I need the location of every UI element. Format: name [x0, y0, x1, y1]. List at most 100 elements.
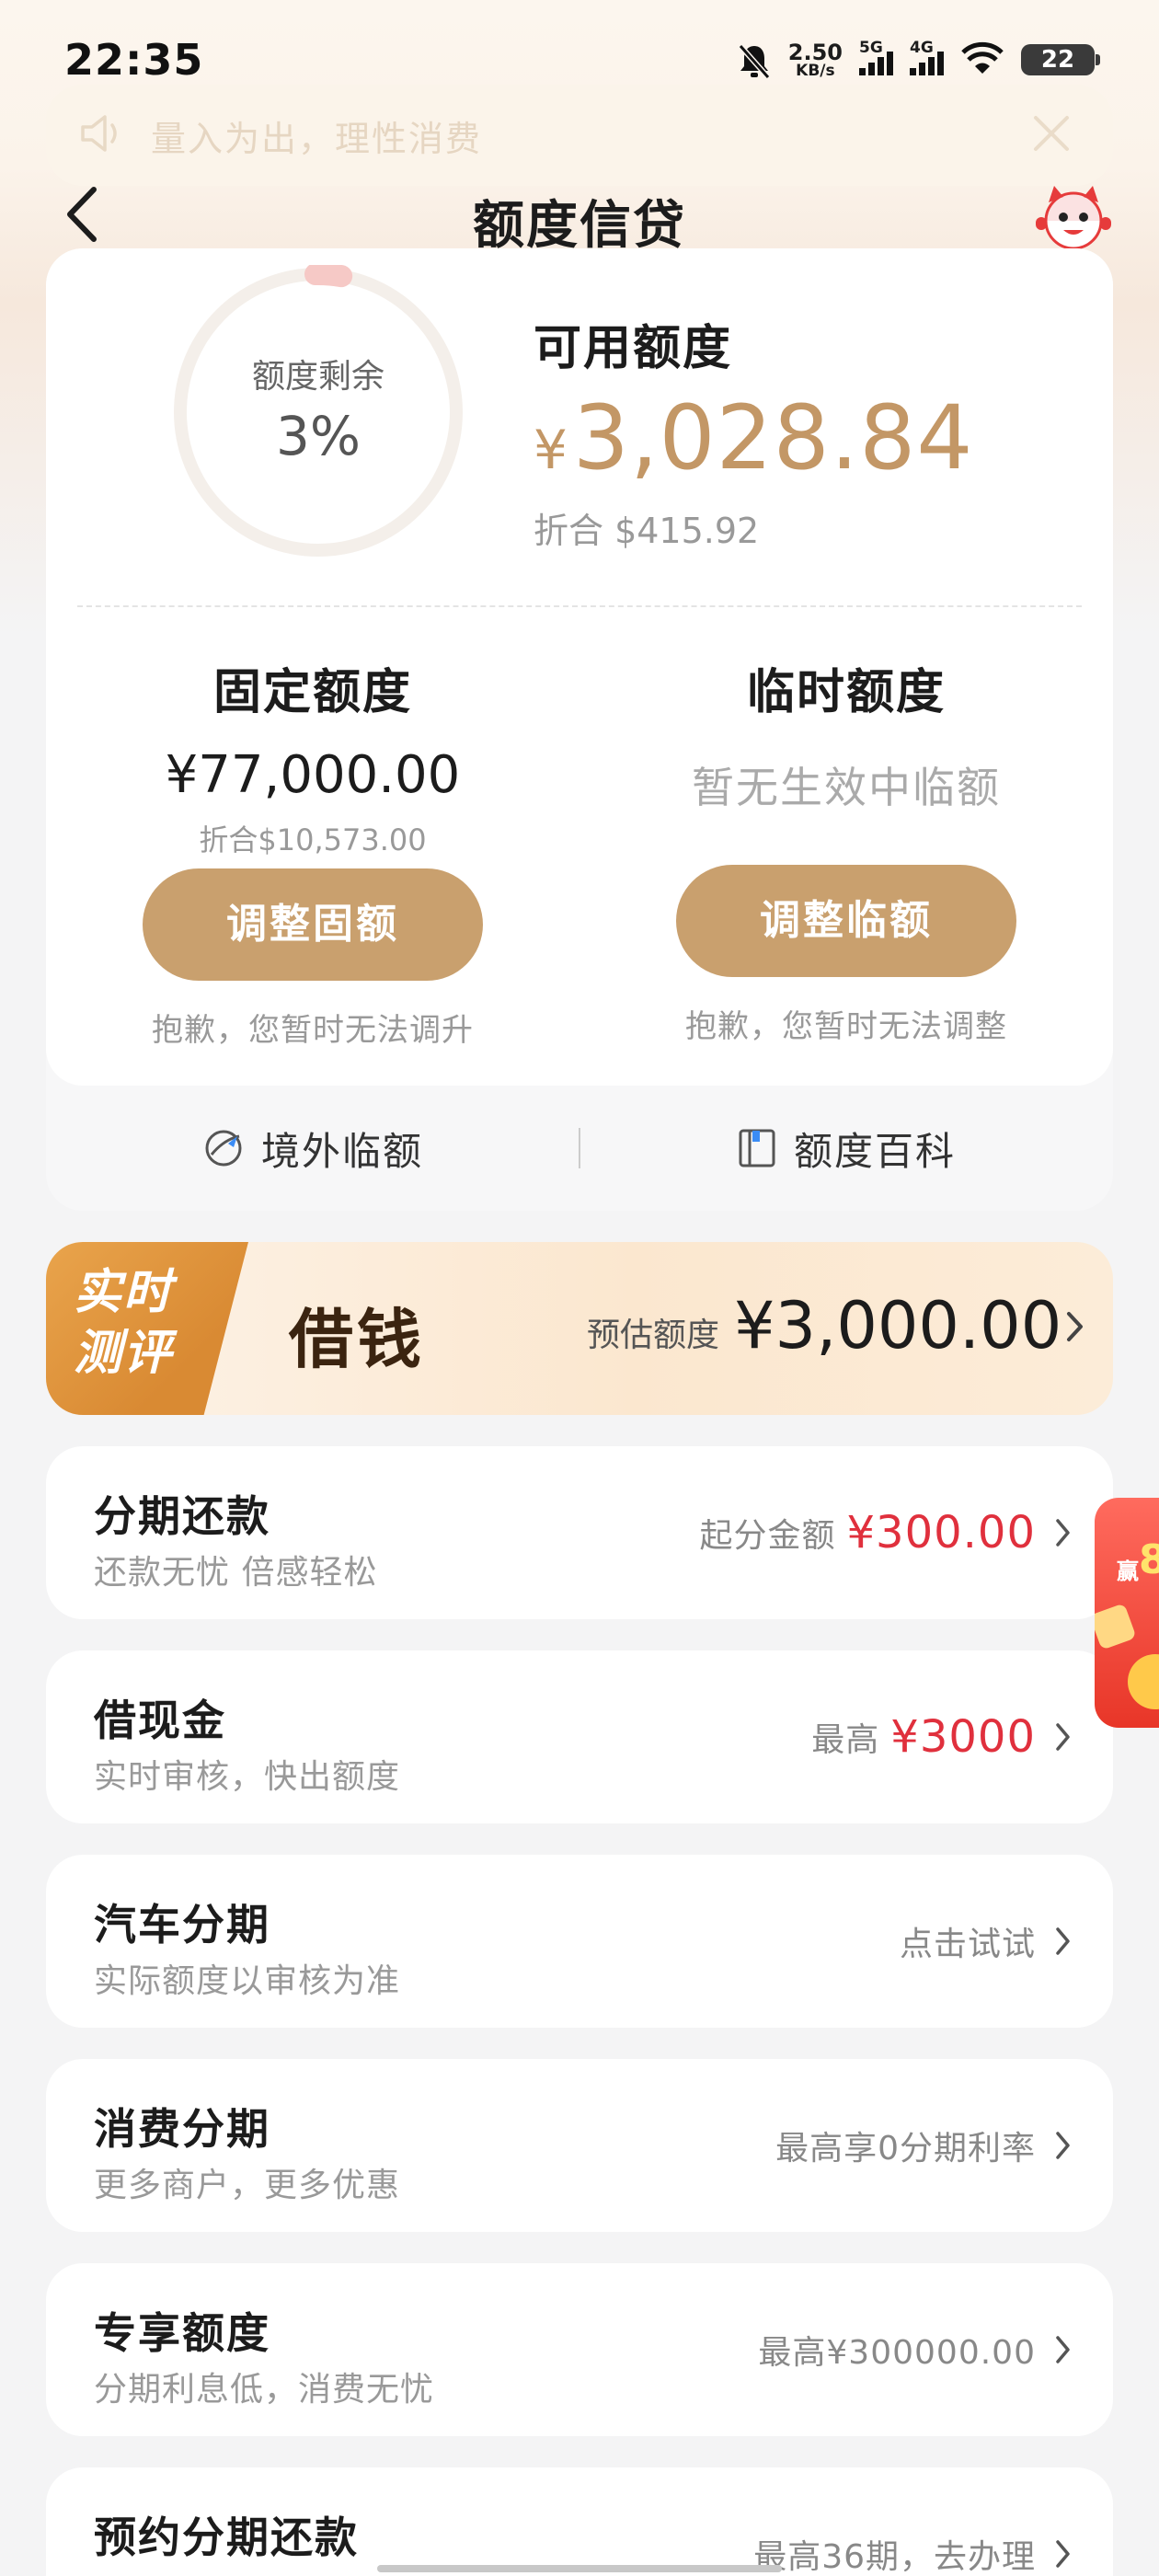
gold-coin-icon: [1128, 1654, 1159, 1709]
overseas-icon: [205, 1130, 242, 1167]
item-title: 分期还款: [94, 1491, 270, 1541]
fixed-limit-equivalent: 折合$10,573.00: [199, 822, 427, 857]
chevron-right-icon: [1054, 1720, 1073, 1757]
remaining-ring-arc: [304, 265, 353, 288]
list-item-cash-loan[interactable]: 借现金 实时审核，快出额度 最高 ¥3000: [46, 1650, 1113, 1823]
promo-text-big: 8: [1139, 1536, 1159, 1583]
available-label: 可用额度: [534, 321, 733, 376]
notice-text: 量入为出，理性消费: [151, 118, 483, 159]
item-right: 最高36期，去办理: [753, 2467, 1036, 2576]
item-right-value: ¥3000: [890, 1711, 1036, 1763]
ring-value: 3%: [275, 405, 361, 467]
wifi-icon: [960, 40, 1004, 79]
chevron-right-icon: [1065, 1308, 1085, 1349]
item-right: 最高享0分期利率: [775, 2059, 1036, 2232]
item-right-label: 起分金额: [699, 1517, 836, 1555]
item-right-label: 最高¥300000.00: [758, 2334, 1036, 2372]
item-title: 专享额度: [94, 2308, 270, 2358]
temp-limit-none-text: 暂无生效中临额: [692, 763, 1001, 812]
net-speed: 2.50 KB/s: [788, 41, 843, 79]
available-currency: ¥: [534, 419, 568, 481]
adjust-fixed-limit-button[interactable]: 调整固额: [143, 868, 483, 981]
mute-bell-icon: [737, 42, 772, 79]
item-subtitle: 更多商户，更多优惠: [94, 2167, 401, 2204]
limit-summary: 额度剩余 3% 可用额度 ¥ 3,028.84 折合 $415.92 固定额度 …: [46, 248, 1113, 1086]
speaker-icon: [79, 112, 127, 158]
signal-5g-icon: 5G: [859, 39, 893, 75]
page-title: 额度信贷: [473, 196, 686, 256]
link-encyclopedia-label: 额度百科: [793, 1128, 956, 1174]
home-indicator[interactable]: [377, 2565, 782, 2572]
status-bar: 22:35 2.50 KB/s 5G 4G 22: [0, 0, 1159, 85]
fixed-limit-title: 固定额度: [212, 665, 412, 720]
list-item-scheduled-installment[interactable]: 预约分期还款 自动分期，省事省心 最高36期，去办理: [46, 2467, 1113, 2576]
item-title: 消费分期: [94, 2104, 270, 2154]
signal-4g-icon: 4G: [910, 39, 944, 75]
available-amount-value: 3,028.84: [572, 386, 974, 489]
chevron-right-icon: [1054, 1925, 1073, 1961]
mascot-icon[interactable]: [1036, 182, 1111, 252]
estimated-limit-label: 预估额度: [587, 1317, 720, 1354]
borrow-banner[interactable]: 实时 测评 借钱 预估额度 ¥3,000.00: [46, 1242, 1113, 1415]
notice-bar: 量入为出，理性消费: [46, 85, 1113, 186]
badge-line-1: 实时: [74, 1265, 174, 1320]
credit-limit-card: 额度剩余 3% 可用额度 ¥ 3,028.84 折合 $415.92 固定额度 …: [46, 248, 1113, 1211]
links-separator: [579, 1128, 580, 1168]
link-overseas-label: 境外临额: [260, 1128, 423, 1174]
badge-text: 实时 测评: [74, 1262, 239, 1384]
signal-5g-label: 5G: [859, 39, 883, 57]
item-subtitle: 分期利息低，消费无忧: [94, 2371, 435, 2409]
item-subtitle: 还款无忧 倍感轻松: [94, 1554, 378, 1592]
fixed-limit-section: 固定额度 ¥77,000.00 折合$10,573.00 调整固额 抱歉，您暂时…: [101, 653, 524, 1050]
item-subtitle: 实时审核，快出额度: [94, 1758, 401, 1796]
list-item-installment-repay[interactable]: 分期还款 还款无忧 倍感轻松 起分金额 ¥300.00: [46, 1446, 1113, 1619]
temp-limit-section: 临时额度 暂无生效中临额 调整临额 抱歉，您暂时无法调整: [635, 653, 1058, 1046]
battery-icon: 22: [1021, 44, 1100, 75]
item-title: 借现金: [94, 1696, 226, 1745]
chevron-right-icon: [1054, 1516, 1073, 1553]
estimated-limit-amount: ¥3,000.00: [734, 1288, 1062, 1363]
item-title: 预约分期还款: [94, 2513, 359, 2562]
item-right-label: 点击试试: [899, 1926, 1036, 1963]
fixed-limit-amount: ¥77,000.00: [165, 745, 461, 805]
available-equivalent: 折合 $415.92: [534, 511, 760, 551]
item-right: 点击试试: [900, 1855, 1036, 2028]
status-icons: 2.50 KB/s 5G 4G 22: [737, 37, 1100, 83]
list-item-consumer-installment[interactable]: 消费分期 更多商户，更多优惠 最高享0分期利率: [46, 2059, 1113, 2232]
item-right-value: ¥300.00: [846, 1507, 1036, 1558]
badge-line-2: 测评: [74, 1326, 174, 1381]
item-right: 最高¥300000.00: [758, 2263, 1036, 2436]
list-item-exclusive-limit[interactable]: 专享额度 分期利息低，消费无忧 最高¥300000.00: [46, 2263, 1113, 2436]
net-speed-value: 2.50: [787, 39, 843, 65]
item-right-label: 最高36期，去办理: [753, 2538, 1036, 2576]
chevron-right-icon: [1054, 2333, 1073, 2370]
item-right: 起分金额 ¥300.00: [699, 1446, 1036, 1619]
signal-4g-label: 4G: [910, 39, 934, 57]
floating-promo-ad[interactable]: 赢 8: [1095, 1498, 1159, 1728]
quick-links: 境外临额 额度百科: [46, 1086, 1113, 1211]
ring-label: 额度剩余: [251, 358, 384, 396]
status-time: 22:35: [64, 35, 204, 85]
link-overseas-temp-limit[interactable]: 境外临额: [46, 1121, 580, 1177]
net-speed-unit: KB/s: [796, 61, 835, 80]
red-envelope-icon: [1095, 1603, 1137, 1650]
close-icon[interactable]: [1028, 112, 1074, 158]
divider: [77, 605, 1082, 607]
item-subtitle: 自动分期，省事省心: [94, 2567, 400, 2576]
adjust-temp-limit-button[interactable]: 调整临额: [676, 865, 1016, 977]
chevron-right-icon: [1054, 2129, 1073, 2166]
item-right-label: 最高: [811, 1721, 880, 1759]
item-subtitle: 实际额度以审核为准: [94, 1962, 401, 2000]
link-limit-encyclopedia[interactable]: 额度百科: [580, 1121, 1113, 1177]
fixed-limit-note: 抱歉，您暂时无法调升: [152, 1012, 474, 1049]
item-right: 最高 ¥3000: [811, 1650, 1036, 1823]
book-icon: [739, 1129, 775, 1167]
available-amount: ¥ 3,028.84: [534, 386, 973, 489]
item-right-label: 最高享0分期利率: [775, 2130, 1036, 2168]
item-title: 汽车分期: [94, 1900, 270, 1949]
promo-text-small: 赢: [1117, 1558, 1139, 1584]
borrow-title: 借钱: [289, 1301, 425, 1377]
chevron-right-icon: [1054, 2537, 1073, 2574]
list-item-car-installment[interactable]: 汽车分期 实际额度以审核为准 点击试试: [46, 1855, 1113, 2028]
temp-limit-title: 临时额度: [746, 665, 946, 720]
